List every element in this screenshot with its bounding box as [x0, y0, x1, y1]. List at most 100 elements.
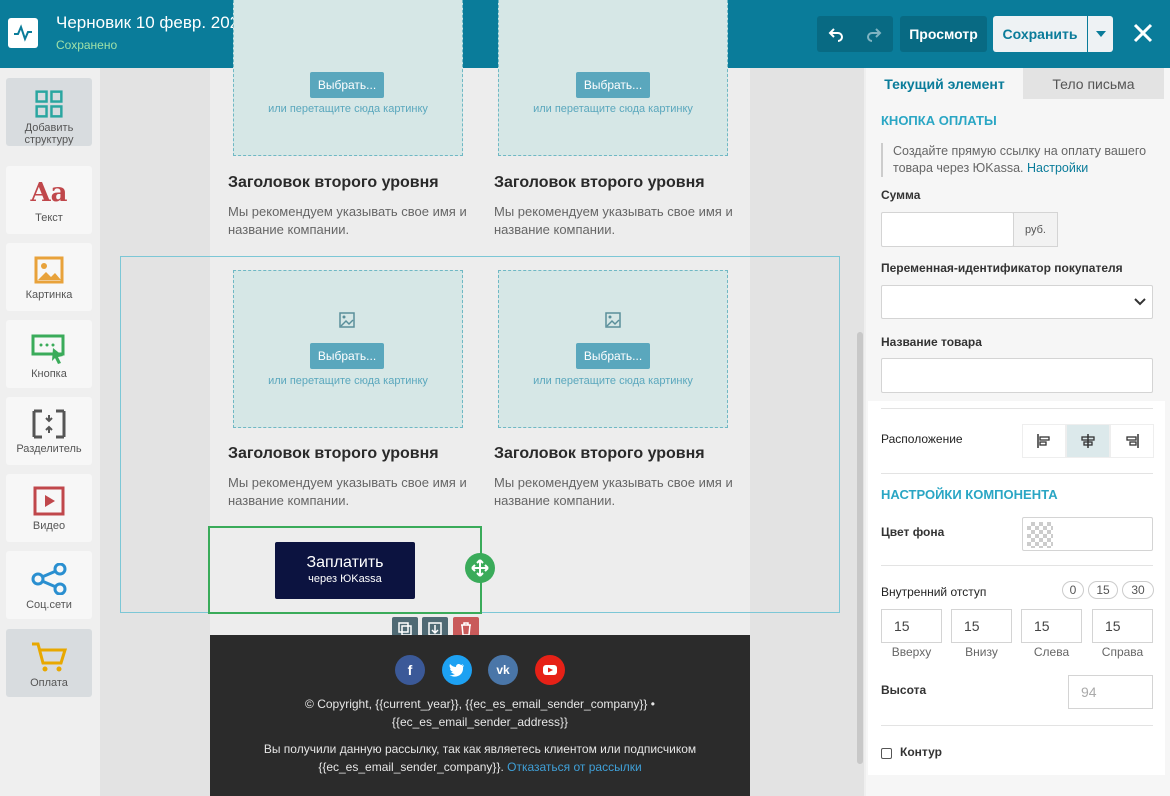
sum-label: Сумма: [881, 188, 921, 202]
outline-label: Контур: [900, 745, 942, 759]
save-button[interactable]: Сохранить: [993, 16, 1087, 52]
youtube-icon[interactable]: [535, 655, 565, 685]
footer-notice: Вы получили данную рассылку, так как явл…: [263, 742, 697, 756]
app-logo-icon[interactable]: [8, 18, 38, 48]
preview-button[interactable]: Просмотр: [900, 16, 987, 52]
divider-icon: [32, 409, 66, 439]
pay-button-label: Заплатить: [306, 554, 384, 571]
tool-divider[interactable]: Разделитель: [6, 397, 92, 465]
close-icon[interactable]: [1128, 18, 1158, 48]
facebook-icon[interactable]: f: [395, 655, 425, 685]
save-dropdown-button[interactable]: [1088, 16, 1113, 52]
pay-button-sublabel: через ЮKassa: [308, 573, 382, 585]
product-name-input[interactable]: [881, 358, 1153, 393]
height-input[interactable]: 94: [1068, 675, 1153, 709]
drag-hint: или перетащите сюда картинку: [268, 103, 428, 115]
chevron-down-icon: [1134, 298, 1146, 306]
vk-icon[interactable]: vk: [488, 655, 518, 685]
twitter-icon[interactable]: [442, 655, 472, 685]
align-right-icon: [1126, 434, 1139, 448]
tab-current-element[interactable]: Текущий элемент: [866, 68, 1023, 99]
padding-left-label: Слева: [1033, 645, 1070, 659]
align-left-button[interactable]: [1022, 424, 1066, 458]
padding-bottom-input[interactable]: 15: [951, 609, 1012, 643]
settings-link[interactable]: Настройки: [1027, 161, 1088, 175]
unsubscribe-link[interactable]: Отказаться от рассылки: [507, 760, 642, 774]
divider: [881, 725, 1153, 726]
pay-button[interactable]: Заплатить через ЮKassa: [275, 542, 415, 599]
footer-company: {{ec_es_email_sender_company}}.: [318, 760, 504, 774]
canvas-scrollbar[interactable]: [857, 332, 863, 764]
button-cursor-icon: [31, 334, 65, 364]
padding-bottom-label: Внизу: [965, 645, 998, 659]
paragraph-text[interactable]: Мы рекомендуем указывать свое имя и назв…: [228, 203, 473, 239]
transparent-swatch-icon: [1027, 522, 1053, 548]
padding-preset-0[interactable]: 0: [1062, 581, 1084, 599]
tool-video[interactable]: Видео: [6, 474, 92, 542]
tool-image[interactable]: Картинка: [6, 243, 92, 311]
drag-hint: или перетащите сюда картинку: [533, 103, 693, 115]
paragraph-text[interactable]: Мы рекомендуем указывать свое имя и назв…: [228, 474, 473, 510]
tool-text[interactable]: Aa Текст: [6, 166, 92, 234]
undo-button[interactable]: [817, 16, 855, 52]
choose-image-button[interactable]: Выбрать...: [310, 72, 384, 98]
tool-label: Картинка: [25, 289, 73, 301]
tool-label: Оплата: [30, 677, 68, 689]
choose-image-button[interactable]: Выбрать...: [576, 72, 650, 98]
heading-h2[interactable]: Заголовок второго уровня: [228, 174, 439, 192]
tool-payment[interactable]: Оплата: [6, 629, 92, 697]
choose-image-button[interactable]: Выбрать...: [310, 343, 384, 369]
padding-top-input[interactable]: 15: [881, 609, 942, 643]
paragraph-text[interactable]: Мы рекомендуем указывать свое имя и назв…: [494, 474, 739, 510]
padding-top-label: Вверху: [891, 645, 932, 659]
tool-label: Соц.сети: [26, 599, 72, 611]
bg-color-label: Цвет фона: [881, 525, 945, 539]
tool-button[interactable]: Кнопка: [6, 320, 92, 388]
tool-label: Текст: [35, 212, 63, 224]
currency-addon: руб.: [1013, 212, 1058, 247]
alignment-label: Расположение: [881, 432, 963, 446]
padding-label: Внутренний отступ: [881, 585, 987, 599]
footer-notice-line2: {{ec_es_email_sender_company}}. Отказать…: [210, 760, 750, 774]
height-label: Высота: [881, 683, 927, 697]
tool-label: Видео: [32, 520, 66, 532]
padding-right-label: Справа: [1101, 645, 1144, 659]
grid-icon: [35, 90, 63, 118]
tab-email-body[interactable]: Тело письма: [1023, 68, 1164, 99]
video-play-icon: [33, 486, 65, 516]
buyer-variable-label: Переменная-идентификатор покупателя: [881, 261, 1123, 275]
redo-button[interactable]: [855, 16, 893, 52]
tool-label: Добавить структуру: [24, 122, 74, 146]
align-left-icon: [1037, 434, 1050, 448]
section-title-component: НАСТРОЙКИ КОМПОНЕНТА: [881, 487, 1058, 502]
align-center-button[interactable]: [1066, 424, 1110, 458]
note-text: Создайте прямую ссылку на оплату вашего …: [893, 144, 1147, 175]
padding-right-input[interactable]: 15: [1092, 609, 1153, 643]
share-icon: [31, 563, 67, 595]
align-center-icon: [1081, 434, 1095, 448]
divider: [881, 565, 1153, 566]
sum-input[interactable]: [881, 212, 1014, 247]
tool-social[interactable]: Соц.сети: [6, 551, 92, 619]
heading-h2[interactable]: Заголовок второго уровня: [228, 445, 439, 463]
heading-h2[interactable]: Заголовок второго уровня: [494, 174, 705, 192]
paragraph-text[interactable]: Мы рекомендуем указывать свое имя и назв…: [494, 203, 739, 239]
padding-preset-30[interactable]: 30: [1122, 581, 1154, 599]
divider: [881, 473, 1153, 474]
choose-image-button[interactable]: Выбрать...: [576, 343, 650, 369]
divider: [881, 408, 1153, 409]
heading-h2[interactable]: Заголовок второго уровня: [494, 445, 705, 463]
move-handle-icon[interactable]: [465, 553, 495, 583]
padding-preset-15[interactable]: 15: [1088, 581, 1118, 599]
footer-address: {{ec_es_email_sender_address}}: [391, 715, 569, 729]
product-name-label: Название товара: [881, 335, 982, 349]
tool-add-structure[interactable]: Добавить структуру: [6, 78, 92, 146]
image-icon: [605, 312, 621, 328]
bg-color-picker[interactable]: [1022, 517, 1153, 551]
buyer-variable-select[interactable]: [881, 285, 1153, 319]
tool-label: Кнопка: [31, 368, 67, 380]
padding-left-input[interactable]: 15: [1021, 609, 1082, 643]
outline-checkbox[interactable]: [881, 748, 892, 759]
align-right-button[interactable]: [1110, 424, 1154, 458]
footer-copyright: © Copyright, {{current_year}}, {{ec_es_e…: [305, 697, 655, 711]
